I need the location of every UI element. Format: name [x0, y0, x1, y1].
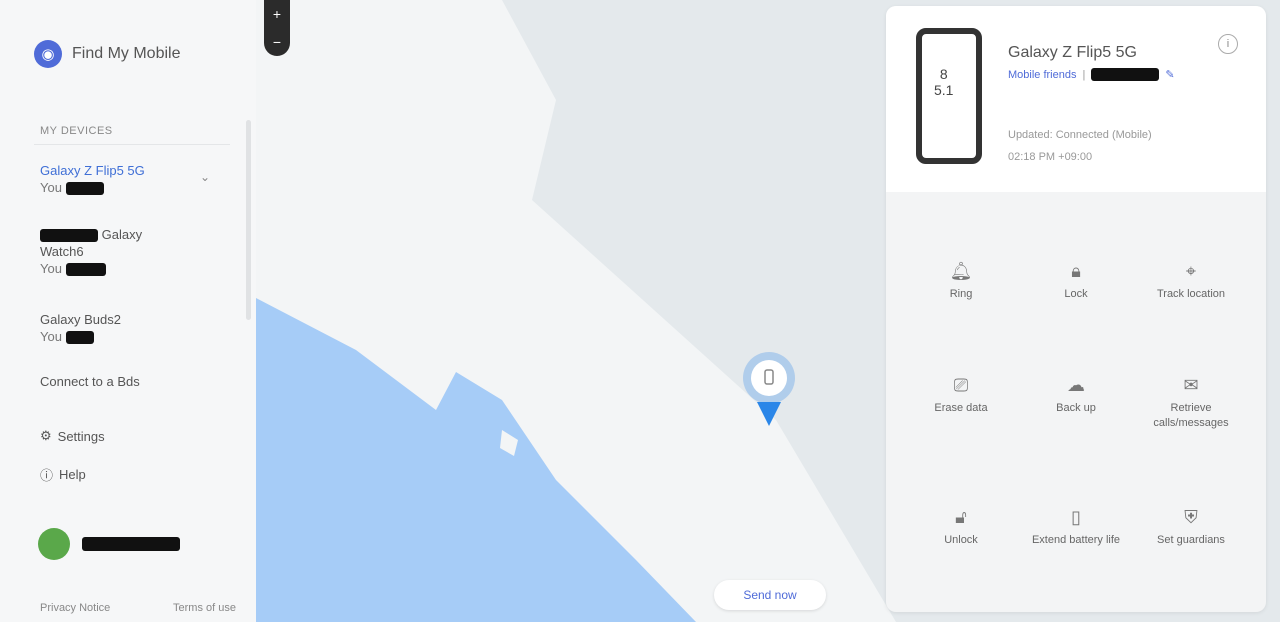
device-panel: 8 5.1 Galaxy Z Flip5 5G Mobile friends |…: [886, 6, 1266, 612]
redacted-text: [65, 263, 106, 277]
redacted-text: [65, 331, 94, 345]
message-icon: ✉: [1183, 375, 1199, 395]
redacted-text: [1091, 68, 1160, 81]
action-ring[interactable]: 🔔︎ Ring: [906, 261, 1016, 302]
sidebar-device-item[interactable]: Galaxy Z Flip5 5G You: [40, 162, 145, 196]
bell-icon: 🔔︎: [949, 261, 973, 281]
help-label: Help: [59, 467, 86, 482]
avatar: [38, 528, 70, 560]
action-set-guardians[interactable]: ⛨ Set guardians: [1136, 507, 1246, 548]
action-label: Retrieve calls/messages: [1153, 402, 1229, 429]
privacy-link[interactable]: Privacy Notice: [40, 602, 110, 614]
help-icon: ⓘ: [40, 468, 54, 483]
find-others-label: Connect to a Bds: [40, 374, 140, 389]
device-link-label: Mobile friends: [1008, 68, 1077, 81]
device-owner: You: [40, 261, 62, 276]
chevron-down-icon[interactable]: ⌄: [200, 170, 210, 184]
phone-line-2: 5.1: [934, 82, 954, 98]
location-pin-icon[interactable]: [742, 352, 796, 428]
brand-name: Find My Mobile: [72, 45, 181, 62]
cloud-icon: ☁: [1067, 375, 1085, 395]
footer-links: Privacy Notice Terms of use: [40, 602, 236, 614]
update-status: Updated: Connected (Mobile) 02:18 PM +09…: [1008, 124, 1152, 168]
action-label: Ring: [949, 288, 973, 300]
zoom-in-button[interactable]: +: [273, 6, 281, 22]
edit-icon[interactable]: ✎: [1165, 68, 1174, 81]
info-icon[interactable]: i: [1218, 34, 1238, 54]
gear-icon: ⚙: [40, 428, 52, 443]
divider: [34, 144, 230, 145]
device-title: Galaxy: [101, 227, 143, 242]
device-owner: You: [40, 329, 62, 344]
action-label: Set guardians: [1157, 534, 1225, 546]
help-menu-item[interactable]: ⓘ Help: [40, 465, 86, 484]
terms-link[interactable]: Terms of use: [173, 602, 236, 614]
separator-text: |: [1082, 68, 1086, 81]
action-label: Lock: [1064, 288, 1088, 300]
sidebar-device-item[interactable]: Galaxy Buds2 You: [40, 311, 121, 345]
action-track-location[interactable]: ⌖ Track location: [1136, 261, 1246, 302]
battery-icon: ▯: [1071, 507, 1081, 527]
redacted-text: [40, 229, 98, 243]
device-name: Galaxy Z Flip5 5G: [1008, 44, 1137, 61]
device-panel-header: 8 5.1 Galaxy Z Flip5 5G Mobile friends |…: [886, 6, 1266, 192]
lock-icon: 🔒︎: [1071, 261, 1081, 281]
device-title-line2: Watch6: [40, 244, 84, 259]
sidebar-scrollbar[interactable]: [246, 120, 251, 320]
location-logo-icon: ◉: [34, 40, 62, 68]
unlock-icon: 🔓︎: [955, 507, 967, 527]
action-unlock[interactable]: 🔓︎ Unlock: [906, 507, 1016, 548]
sidebar: ◉ Find My Mobile MY DEVICES Galaxy Z Fli…: [0, 0, 256, 622]
action-label: Erase data: [934, 402, 988, 414]
zoom-control[interactable]: + −: [264, 0, 290, 56]
erase-icon: ⎚: [953, 375, 969, 395]
redacted-account-name: [82, 537, 180, 551]
device-title: Galaxy Buds2: [40, 312, 121, 327]
sidebar-device-item[interactable]: Galaxy Watch6 You: [40, 226, 142, 277]
find-others-link[interactable]: Connect to a Bds: [40, 374, 140, 389]
phone-line-1: 8: [939, 66, 948, 82]
update-line-2: 02:18 PM +09:00: [1008, 151, 1093, 163]
devices-section-label: MY DEVICES: [40, 125, 113, 137]
settings-label: Settings: [57, 428, 105, 444]
action-label: Extend battery life: [1031, 534, 1121, 546]
action-extend-battery[interactable]: ▯ Extend battery life: [1021, 507, 1131, 548]
account[interactable]: [38, 528, 180, 560]
location-icon: ⌖: [1185, 261, 1197, 281]
update-line-1: Updated: Connected (Mobile): [1008, 129, 1152, 141]
phone-screen-text: 8 5.1: [934, 66, 953, 98]
redacted-text: [65, 182, 104, 196]
action-erase-data[interactable]: ⎚ Erase data: [906, 375, 1016, 416]
phone-illustration: 8 5.1: [916, 28, 982, 164]
action-back-up[interactable]: ☁ Back up: [1021, 375, 1131, 416]
action-lock[interactable]: 🔒︎ Lock: [1021, 261, 1131, 302]
map-action-pill[interactable]: Send now: [714, 580, 826, 610]
brand[interactable]: ◉ Find My Mobile: [34, 40, 180, 68]
action-label: Unlock: [944, 534, 978, 546]
device-link[interactable]: Mobile friends | ✎: [1008, 68, 1175, 81]
settings-menu-item[interactable]: ⚙ Settings: [40, 428, 105, 444]
action-retrieve-messages[interactable]: ✉ Retrieve calls/messages: [1136, 375, 1246, 431]
device-owner: You: [40, 180, 62, 195]
zoom-out-button[interactable]: −: [273, 34, 281, 50]
action-label: Back up: [1056, 402, 1096, 414]
action-label: Track location: [1156, 288, 1226, 300]
shield-icon: ⛨: [1184, 507, 1198, 527]
device-title: Galaxy Z Flip5 5G: [40, 163, 145, 178]
